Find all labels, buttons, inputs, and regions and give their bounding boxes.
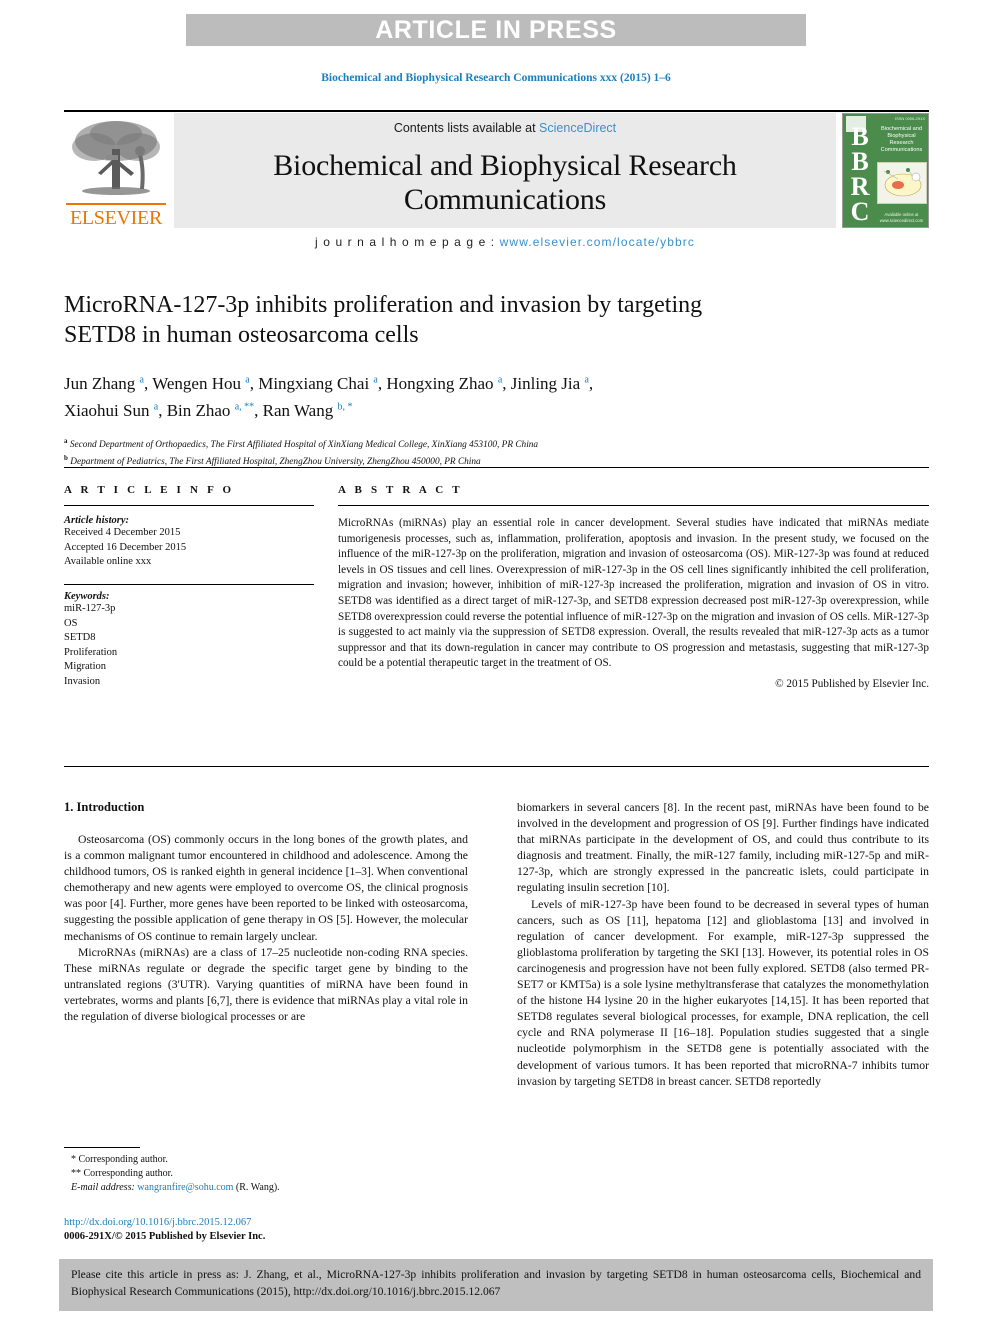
cite-this-article-text: Please cite this article in press as: J.…: [71, 1268, 921, 1298]
article-info-column: A R T I C L E I N F O Article history: R…: [64, 484, 314, 689]
abstract-text: MicroRNAs (miRNAs) play an essential rol…: [338, 517, 929, 670]
article-info-rule-1: [64, 505, 314, 506]
affiliation-a-text: Second Department of Orthopaedics, The F…: [69, 440, 539, 451]
sciencedirect-link[interactable]: ScienceDirect: [539, 121, 616, 135]
masthead-top-rule: [64, 110, 929, 112]
abstract-column: A B S T R A C T MicroRNAs (miRNAs) play …: [338, 484, 929, 690]
page-title: MicroRNA-127-3p inhibits proliferation a…: [64, 292, 703, 348]
article-history-label: Article history:: [64, 515, 130, 526]
received-date: Received 4 December 2015: [64, 527, 181, 538]
keyword-item: Invasion: [64, 675, 101, 687]
journal-masthead: ELSEVIER Contents lists available at Sci…: [64, 110, 929, 249]
cover-cell-diagram-icon: [883, 168, 922, 197]
journal-title: Biochemical and Biophysical Research Com…: [273, 149, 737, 216]
email-suffix: (R. Wang).: [233, 1182, 280, 1193]
email-link[interactable]: wangranfire@sohu.com: [137, 1182, 233, 1193]
keyword-item: Migration: [64, 661, 106, 673]
contents-list-line: Contents lists available at ScienceDirec…: [174, 121, 836, 135]
elsevier-rule: [66, 203, 166, 205]
cover-issn: ISSN 0006-291X: [894, 116, 925, 121]
footnotes-block: * Corresponding author. ** Corresponding…: [64, 1147, 468, 1195]
keyword-item: Proliferation: [64, 646, 118, 658]
contents-prefix: Contents lists available at: [393, 121, 540, 135]
body-column-right: biomarkers in several cancers [8]. In th…: [517, 800, 929, 1090]
cite-this-article-box: Please cite this article in press as: J.…: [59, 1259, 933, 1311]
info-section-bottom-rule: [64, 766, 929, 767]
author-list: Jun Zhang a, Wengen Hou a, Mingxiang Cha…: [64, 368, 704, 423]
title-block: MicroRNA-127-3p inhibits proliferation a…: [64, 290, 929, 470]
journal-cover-thumbnail: ISSN 0006-291X BBRC Biochemical and Biop…: [842, 113, 929, 228]
cover-footer-text: Available online at www.sciencedirect.co…: [879, 212, 924, 223]
affiliation-b-text: Department of Pediatrics, The First Affi…: [70, 457, 481, 468]
email-address-line: E-mail address: wangranfire@sohu.com (R.…: [64, 1181, 468, 1195]
intro-paragraph-4: Levels of miR-127-3p have been found to …: [517, 897, 929, 1088]
keywords-block: Keywords: miR-127-3p OS SETD8 Proliferat…: [64, 583, 314, 690]
corresponding-author-2: ** Corresponding author.: [71, 1168, 173, 1179]
keyword-item: SETD8: [64, 632, 96, 644]
available-online: Available online xxx: [64, 556, 152, 567]
keyword-item: OS: [64, 617, 78, 629]
cover-figure-image: [877, 162, 927, 204]
intro-paragraph-1: Osteosarcoma (OS) commonly occurs in the…: [64, 833, 468, 943]
intro-paragraph-3: biomarkers in several cancers [8]. In th…: [517, 801, 929, 895]
journal-homepage-line: j o u r n a l h o m e p a g e : www.else…: [174, 235, 836, 249]
corresponding-author-1: * Corresponding author.: [71, 1154, 168, 1165]
article-info-heading: A R T I C L E I N F O: [64, 484, 235, 496]
doi-link[interactable]: http://dx.doi.org/10.1016/j.bbrc.2015.12…: [64, 1216, 484, 1230]
body-column-left: 1. Introduction Osteosarcoma (OS) common…: [64, 800, 468, 1025]
issn-copyright-line: 0006-291X/© 2015 Published by Elsevier I…: [64, 1231, 266, 1242]
doi-block: http://dx.doi.org/10.1016/j.bbrc.2015.12…: [64, 1216, 484, 1244]
author-line-2: Xiaohui Sun a, Bin Zhao a, **, Ran Wang …: [64, 401, 353, 421]
intro-paragraph-2: MicroRNAs (miRNAs) are a class of 17–25 …: [64, 945, 468, 1024]
section-heading-introduction: 1. Introduction: [64, 800, 145, 814]
running-head: Biochemical and Biophysical Research Com…: [321, 72, 671, 84]
email-label: E-mail address:: [71, 1182, 138, 1193]
affiliation-a: a Second Department of Orthopaedics, The…: [64, 437, 539, 451]
article-info-rule-2: [64, 583, 314, 586]
masthead-center: Contents lists available at ScienceDirec…: [174, 113, 836, 249]
cover-journal-title: Biochemical and Biophysical Research Com…: [880, 126, 923, 153]
cover-bbrc-letters: BBRC: [850, 122, 870, 226]
abstract-copyright: © 2015 Published by Elsevier Inc.: [775, 677, 929, 690]
article-history-group: Article history: Received 4 December 201…: [64, 515, 314, 570]
elsevier-wordmark: ELSEVIER: [69, 207, 163, 228]
elsevier-tree-icon: [72, 121, 160, 195]
keywords-label: Keywords:: [64, 591, 110, 603]
keyword-item: miR-127-3p: [64, 603, 116, 615]
article-in-press-banner: ARTICLE IN PRESS: [186, 14, 806, 46]
abstract-rule: [338, 505, 929, 506]
elsevier-logo: ELSEVIER: [64, 113, 168, 228]
footnote-rule: [64, 1147, 140, 1148]
info-section-top-rule: [64, 467, 929, 468]
article-page: ARTICLE IN PRESS Biochemical and Biophys…: [0, 0, 992, 1323]
accepted-date: Accepted 16 December 2015: [64, 541, 187, 553]
homepage-url-link[interactable]: www.elsevier.com/locate/ybbrc: [500, 235, 695, 249]
abstract-heading: A B S T R A C T: [338, 484, 463, 496]
affiliations: a Second Department of Orthopaedics, The…: [64, 435, 929, 469]
author-line-1: Jun Zhang a, Wengen Hou a, Mingxiang Cha…: [64, 373, 594, 393]
homepage-label: j o u r n a l h o m e p a g e :: [315, 235, 500, 249]
